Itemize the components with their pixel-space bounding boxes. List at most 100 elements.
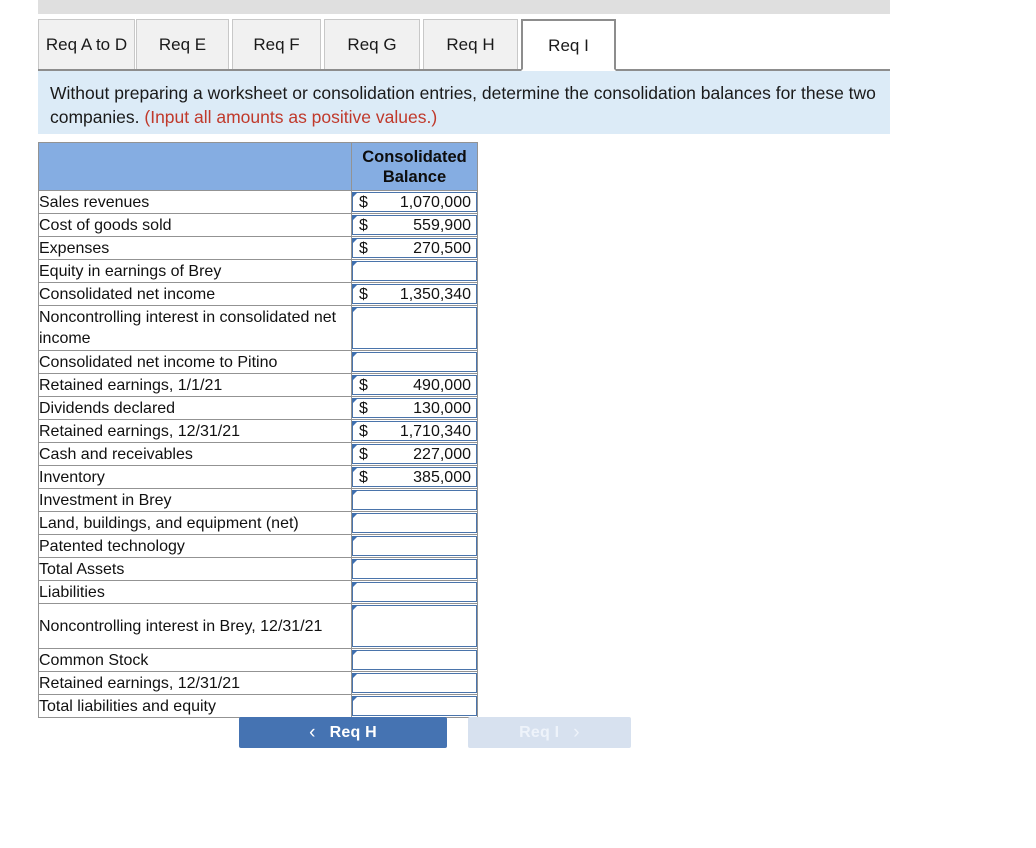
consolidated-balance-input[interactable]: $1,350,340 (352, 284, 477, 304)
consolidated-balance-input[interactable]: $385,000 (352, 467, 477, 487)
row-label: Patented technology (38, 534, 352, 558)
currency-symbol: $ (359, 445, 368, 463)
tab-req-a-to-d[interactable]: Req A to D (38, 19, 135, 69)
table-row: Retained earnings, 12/31/21 $1,710,340 (38, 419, 478, 443)
amount-value: 490,000 (413, 376, 471, 394)
amount-value: 270,500 (413, 239, 471, 257)
row-value-cell (351, 534, 478, 558)
tab-bar: Req A to D Req E Req F Req G Req H Req I (38, 19, 890, 71)
amount-value: 1,350,340 (399, 285, 471, 303)
row-label: Noncontrolling interest in Brey, 12/31/2… (38, 603, 352, 649)
row-value-cell (351, 305, 478, 351)
prev-req-h-button[interactable]: ‹ Req H (239, 717, 447, 748)
table-header-row: Consolidated Balance (38, 142, 478, 191)
currency-symbol: $ (359, 399, 368, 417)
table-row: Patented technology (38, 534, 478, 558)
tab-req-e[interactable]: Req E (136, 19, 229, 69)
row-value-cell: $130,000 (351, 396, 478, 420)
row-label: Dividends declared (38, 396, 352, 420)
consolidated-balance-input[interactable]: $1,070,000 (352, 192, 477, 212)
tab-req-h[interactable]: Req H (423, 19, 518, 69)
consolidated-balance-input[interactable] (352, 513, 477, 533)
row-label: Cost of goods sold (38, 213, 352, 237)
consolidated-balance-input[interactable]: $227,000 (352, 444, 477, 464)
row-label: Retained earnings, 12/31/21 (38, 671, 352, 695)
currency-symbol: $ (359, 376, 368, 394)
row-value-cell: $227,000 (351, 442, 478, 466)
consolidated-balance-input[interactable] (352, 673, 477, 693)
row-value-cell: $270,500 (351, 236, 478, 260)
row-label: Total liabilities and equity (38, 694, 352, 718)
table-row: Land, buildings, and equipment (net) (38, 511, 478, 535)
instruction-note: (Input all amounts as positive values.) (144, 107, 438, 127)
consolidated-balance-input[interactable] (352, 582, 477, 602)
currency-symbol: $ (359, 216, 368, 234)
row-value-cell: $559,900 (351, 213, 478, 237)
row-value-cell (351, 259, 478, 283)
currency-symbol: $ (359, 193, 368, 211)
row-value-cell: $1,350,340 (351, 282, 478, 306)
table-row: Total Assets (38, 557, 478, 581)
row-value-cell (351, 694, 478, 718)
row-label: Total Assets (38, 557, 352, 581)
table-head: Consolidated Balance (38, 142, 478, 191)
tab-req-i[interactable]: Req I (521, 19, 616, 71)
consolidated-balance-input[interactable]: $490,000 (352, 375, 477, 395)
instruction-text: Without preparing a worksheet or consoli… (50, 81, 878, 129)
table-row: Liabilities (38, 580, 478, 604)
consolidated-balance-input[interactable] (352, 307, 477, 349)
row-value-cell (351, 488, 478, 512)
row-label: Consolidated net income to Pitino (38, 350, 352, 374)
row-label: Inventory (38, 465, 352, 489)
table-row: Consolidated net income $1,350,340 (38, 282, 478, 306)
table-row: Investment in Brey (38, 488, 478, 512)
header-label-blank (38, 142, 352, 191)
top-gray-strip (38, 0, 890, 14)
consolidated-balance-input[interactable] (352, 536, 477, 556)
consolidated-balance-input[interactable] (352, 352, 477, 372)
table-row: Cost of goods sold $559,900 (38, 213, 478, 237)
header-line-1: Consolidated (362, 147, 467, 166)
consolidated-balance-input[interactable] (352, 650, 477, 670)
instruction-line-1: Without preparing a worksheet or consoli… (50, 83, 696, 103)
consolidated-balance-input[interactable] (352, 605, 477, 647)
table-row: Inventory $385,000 (38, 465, 478, 489)
row-value-cell: $490,000 (351, 373, 478, 397)
consolidated-balance-input[interactable] (352, 490, 477, 510)
row-label: Retained earnings, 1/1/21 (38, 373, 352, 397)
row-value-cell: $1,710,340 (351, 419, 478, 443)
header-line-2: Balance (382, 167, 447, 186)
table-body: Sales revenues $1,070,000 Cost of goods so… (38, 190, 478, 718)
row-value-cell (351, 603, 478, 649)
row-label: Noncontrolling interest in consolidated … (38, 305, 352, 351)
amount-value: 227,000 (413, 445, 471, 463)
consolidation-table: Consolidated Balance Sales revenues $1,07… (38, 142, 478, 718)
row-value-cell (351, 580, 478, 604)
consolidated-balance-input[interactable] (352, 559, 477, 579)
row-value-cell (351, 557, 478, 581)
table-row: Total liabilities and equity (38, 694, 478, 718)
consolidated-balance-input[interactable]: $130,000 (352, 398, 477, 418)
chevron-left-icon: ‹ (309, 722, 316, 743)
consolidated-balance-input[interactable] (352, 696, 477, 716)
prev-button-label: Req H (329, 723, 377, 741)
currency-symbol: $ (359, 422, 368, 440)
consolidated-balance-input[interactable]: $1,710,340 (352, 421, 477, 441)
tab-req-g[interactable]: Req G (324, 19, 420, 69)
currency-symbol: $ (359, 285, 368, 303)
table-row: Sales revenues $1,070,000 (38, 190, 478, 214)
currency-symbol: $ (359, 468, 368, 486)
amount-value: 1,070,000 (399, 193, 471, 211)
consolidated-balance-input[interactable]: $559,900 (352, 215, 477, 235)
row-value-cell (351, 350, 478, 374)
tab-req-f[interactable]: Req F (232, 19, 321, 69)
row-label: Retained earnings, 12/31/21 (38, 419, 352, 443)
consolidated-balance-input[interactable]: $270,500 (352, 238, 477, 258)
row-label: Common Stock (38, 648, 352, 672)
amount-value: 1,710,340 (399, 422, 471, 440)
row-value-cell: $385,000 (351, 465, 478, 489)
consolidated-balance-input[interactable] (352, 261, 477, 281)
row-value-cell (351, 671, 478, 695)
table-row: Expenses $270,500 (38, 236, 478, 260)
row-label: Expenses (38, 236, 352, 260)
